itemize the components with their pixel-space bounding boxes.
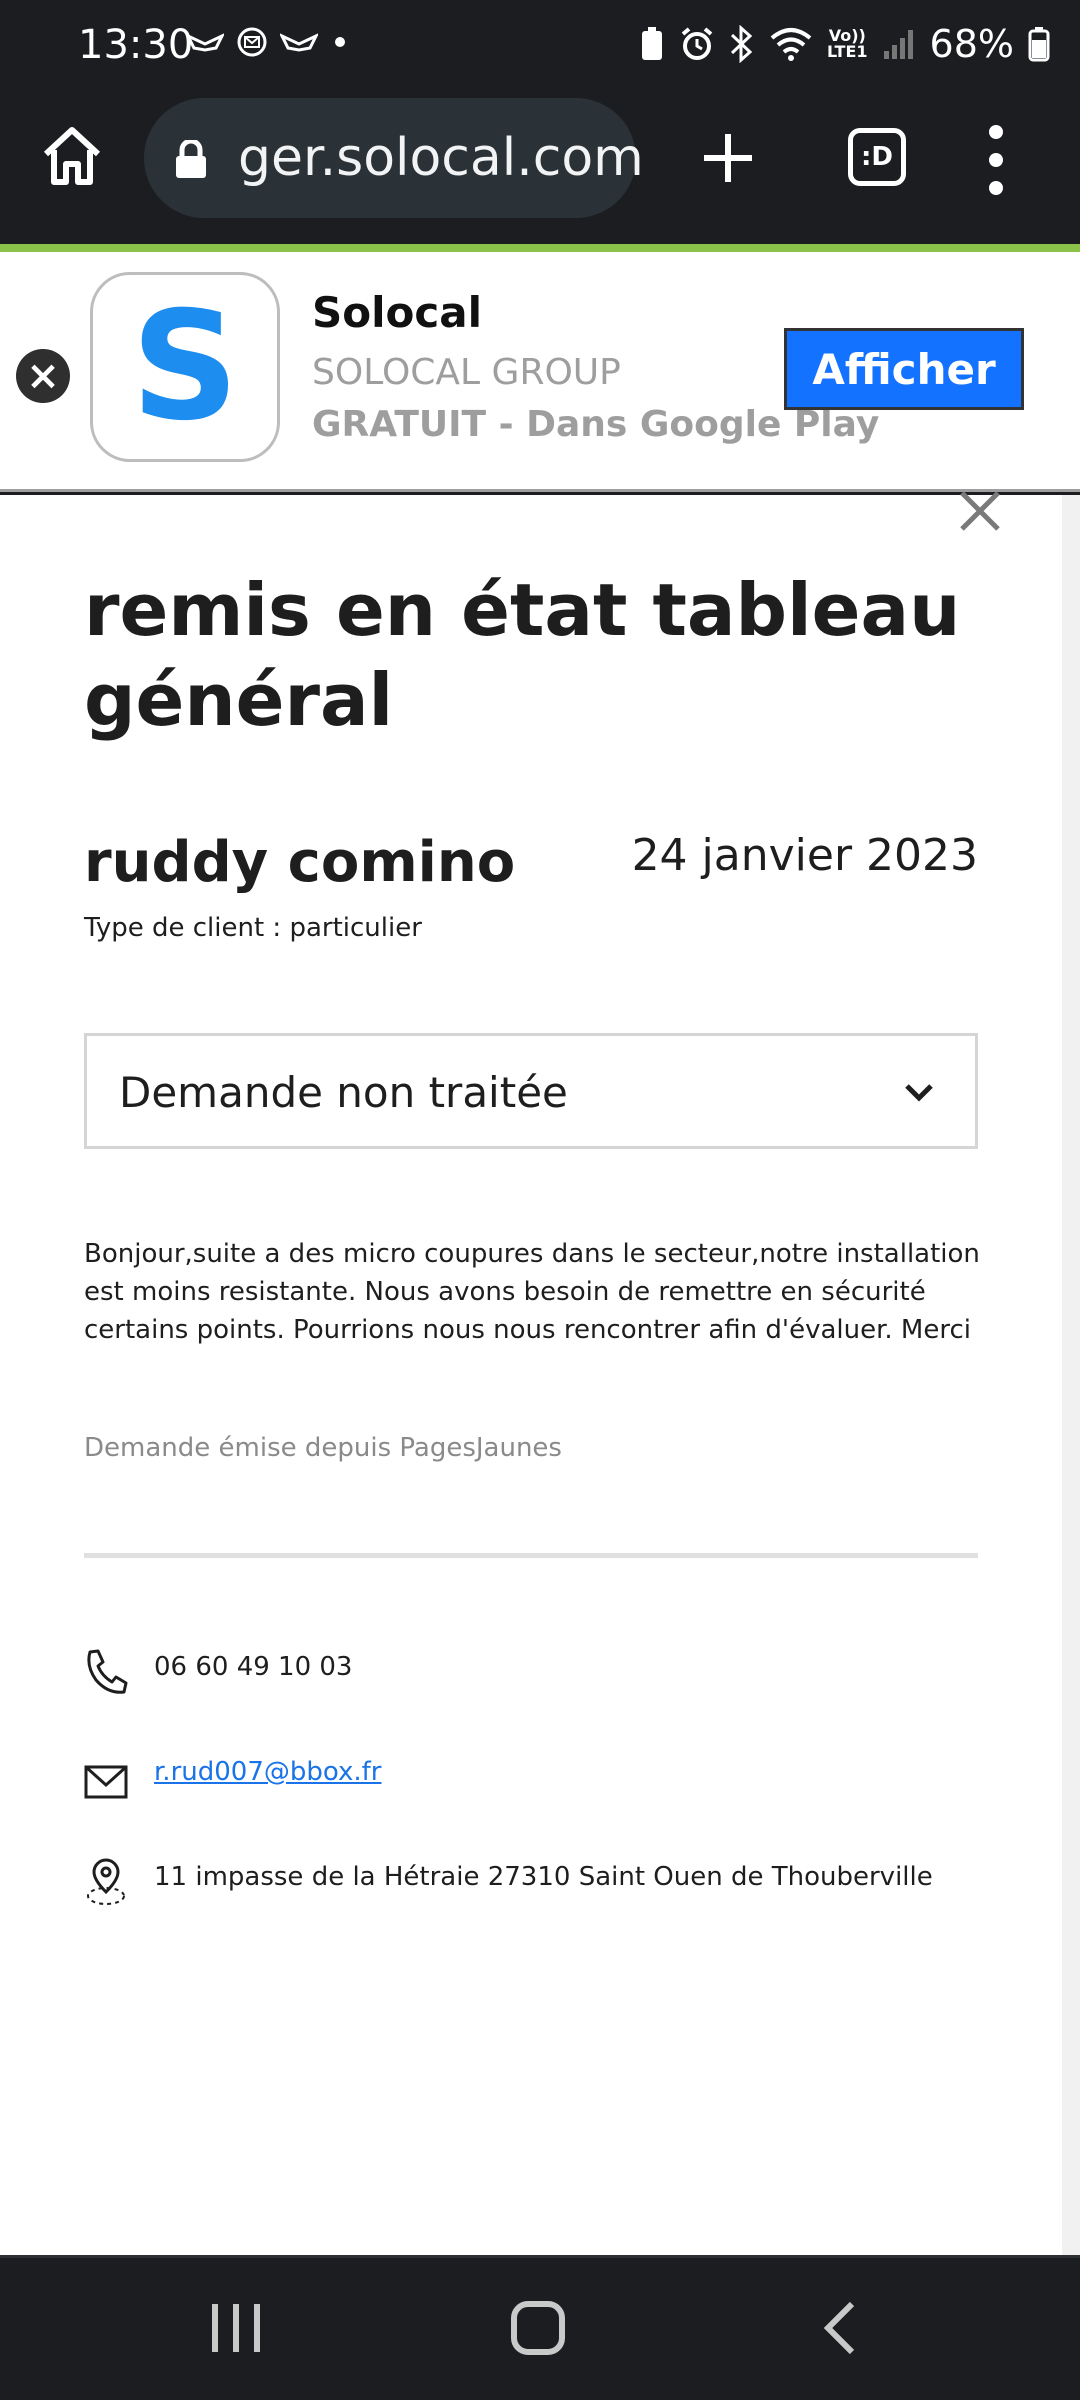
location-pin-icon (87, 1858, 125, 1905)
request-detail-panel: remis en état tableau général ruddy comi… (0, 491, 1062, 2255)
client-type: Type de client : particulier (84, 913, 422, 943)
phone-icon (87, 1649, 128, 1694)
banner-close-icon[interactable]: × (16, 349, 70, 403)
status-selected-value: Demande non traitée (119, 1068, 568, 1117)
request-date: 24 janvier 2023 (631, 830, 978, 881)
alarm-icon (681, 27, 713, 60)
mail-icon (237, 27, 267, 57)
signal-icon (883, 30, 913, 59)
browser-toolbar: ger.solocal.com :D (0, 94, 1080, 244)
dot-icon (335, 37, 345, 47)
recent-apps-icon[interactable] (206, 2298, 266, 2358)
status-notifications (186, 26, 350, 58)
notification-icon (186, 33, 224, 52)
contact-email-link[interactable]: r.rud007@bbox.fr (154, 1753, 381, 1787)
mail-icon (84, 1765, 128, 1799)
app-icon: S (90, 272, 280, 462)
status-system-icons: Vo)) LTE1 68% (639, 22, 1050, 66)
chevron-down-icon (905, 1084, 933, 1102)
app-icon-letter: S (130, 280, 240, 454)
request-message: Bonjour,suite a des micro coupures dans … (84, 1239, 980, 1345)
notification-icon (280, 33, 318, 52)
more-menu-icon[interactable] (986, 122, 1006, 198)
home-nav-icon[interactable] (508, 2298, 568, 2358)
app-name: Solocal (312, 288, 482, 337)
lock-icon (176, 140, 206, 178)
client-name: ruddy comino (84, 830, 516, 895)
page-title: remis en état tableau général (84, 568, 961, 742)
contact-address: 11 impasse de la Hétraie 27310 Saint Oue… (154, 1862, 933, 1892)
close-icon[interactable] (956, 487, 1004, 535)
status-bar: 13:30 Vo)) LTE1 68% (0, 0, 1080, 94)
new-tab-icon[interactable] (698, 128, 758, 188)
contact-phone-row: 06 60 49 10 03 (84, 1648, 352, 1696)
status-dropdown[interactable]: Demande non traitée (84, 1033, 978, 1149)
app-company: SOLOCAL GROUP (312, 352, 621, 393)
system-navigation-bar (0, 2255, 1080, 2400)
show-app-button[interactable]: Afficher (784, 328, 1024, 410)
wifi-icon (770, 28, 812, 61)
divider (84, 1553, 978, 1558)
home-icon[interactable] (40, 124, 104, 188)
battery-icon (1028, 27, 1050, 62)
page-scrollbar[interactable] (1062, 495, 1080, 2255)
battery-saver-icon (642, 27, 662, 60)
volte-icon: Vo)) LTE1 (827, 26, 868, 61)
tab-switcher-button[interactable]: :D (848, 128, 906, 186)
battery-level: 68% (929, 22, 1014, 66)
back-icon[interactable] (812, 2298, 872, 2358)
request-source: Demande émise depuis PagesJaunes (84, 1433, 562, 1463)
app-price: GRATUIT - Dans Google Play (312, 404, 880, 445)
bluetooth-icon (730, 25, 753, 63)
page-load-indicator (0, 244, 1080, 252)
app-install-banner: × S Solocal SOLOCAL GROUP GRATUIT - Dans… (0, 252, 1080, 492)
contact-address-row: 11 impasse de la Hétraie 27310 Saint Oue… (84, 1858, 933, 1906)
url-text: ger.solocal.com (238, 128, 644, 188)
contact-email-row: r.rud007@bbox.fr (84, 1753, 381, 1801)
address-bar[interactable]: ger.solocal.com (144, 98, 644, 218)
contact-phone[interactable]: 06 60 49 10 03 (154, 1648, 352, 1682)
status-time: 13:30 (78, 22, 194, 68)
